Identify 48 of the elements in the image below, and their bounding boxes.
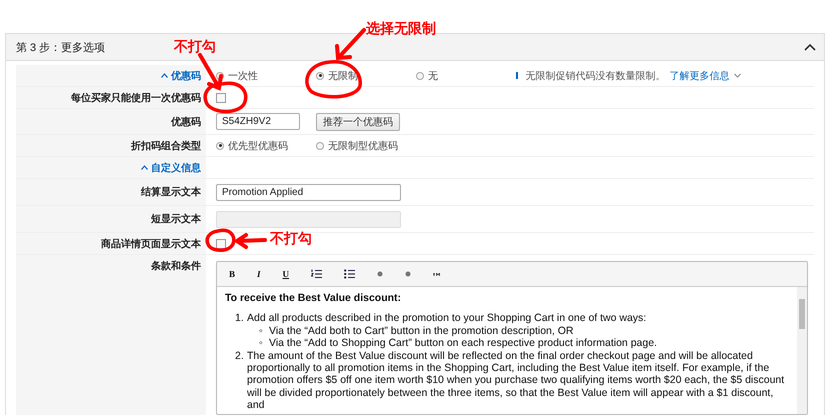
field-label: 商品详情页面显示文本 xyxy=(101,237,201,250)
list-item: The amount of the Best Value discount will be reflected on the final order checkout page and will be allocated proportionally to all promotion items in the Shopping Cart, including the Best Value item itself. For example, if the promotion offers $5 off one item worth $10 when you purchase two qualifying items worth $20 each, the $5 discount will be divided proportionately between the three items, so that the Best Value item will appear with a $1 discount, and xyxy=(247,350,786,412)
bold-button[interactable]: B xyxy=(229,269,236,279)
chevron-down-icon[interactable] xyxy=(734,73,740,78)
checkbox[interactable] xyxy=(216,238,226,248)
coupon-code-field[interactable]: S54ZH9V2 xyxy=(216,113,300,130)
rich-text-editor[interactable] xyxy=(216,261,808,415)
field-label[interactable]: 自定义信息 xyxy=(151,160,201,174)
numbered-list-icon[interactable] xyxy=(311,269,322,279)
annotation-text: 不打勾 xyxy=(174,38,216,56)
symbol-icon[interactable] xyxy=(433,272,442,276)
radio-option[interactable]: 无 xyxy=(416,68,516,82)
underline-button[interactable]: U xyxy=(282,269,290,279)
annotation-text: 不打勾 xyxy=(270,230,312,248)
terms-heading: To receive the Best Value discount: xyxy=(225,292,402,304)
list-number: 2. xyxy=(235,350,245,364)
field-label: 条款和条件 xyxy=(151,260,201,273)
italic-button[interactable]: I xyxy=(257,269,261,279)
annotation-arrow xyxy=(335,28,366,60)
circle-icon[interactable] xyxy=(405,271,412,277)
circle-icon[interactable] xyxy=(377,271,384,277)
list-item: Add all products described in the promotion to your Shopping Cart in one of two ways: xyxy=(247,312,648,325)
checkbox[interactable] xyxy=(216,92,226,102)
bullet: ◦ xyxy=(259,337,264,350)
list-item: Via the “Add both to Cart” button in the promotion description, OR xyxy=(269,324,574,338)
field-label: 每位买家只能使用一次优惠码 xyxy=(71,91,201,104)
field-label: 结算显示文本 xyxy=(141,186,201,199)
list-number: 1. xyxy=(235,312,245,326)
scrollbar[interactable] xyxy=(797,287,807,414)
caret-icon[interactable] xyxy=(141,165,148,170)
info-text: 无限制促销代码没有数量限制。 xyxy=(526,70,666,82)
collapse-icon[interactable] xyxy=(804,43,816,51)
field-label: 优惠码 xyxy=(171,116,201,128)
annotation-arrow xyxy=(233,233,267,249)
caret-icon[interactable] xyxy=(161,73,168,78)
field-label: 短显示文本 xyxy=(151,212,201,226)
suggest-code-button[interactable]: 推荐一个优惠码 xyxy=(316,112,400,130)
bullet-list-icon[interactable] xyxy=(344,269,356,279)
field-label[interactable]: 优惠码 xyxy=(171,68,201,82)
section-title: 第 3 步：更多选项 xyxy=(16,40,106,54)
radio-option[interactable]: 一次性 xyxy=(216,68,316,82)
radio-option[interactable]: 优先型优惠码 xyxy=(216,138,316,152)
radio-option[interactable]: 无限制型优惠码 xyxy=(316,138,416,152)
bullet: ◦ xyxy=(259,324,264,338)
text-field[interactable]: Promotion Applied xyxy=(216,184,401,200)
list-item: Via the “Add to Shopping Cart” button on each respective product information page. xyxy=(269,337,657,350)
field-label: 折扣码组合类型 xyxy=(131,140,201,152)
learn-more-link[interactable]: 了解更多信息 xyxy=(670,68,730,82)
